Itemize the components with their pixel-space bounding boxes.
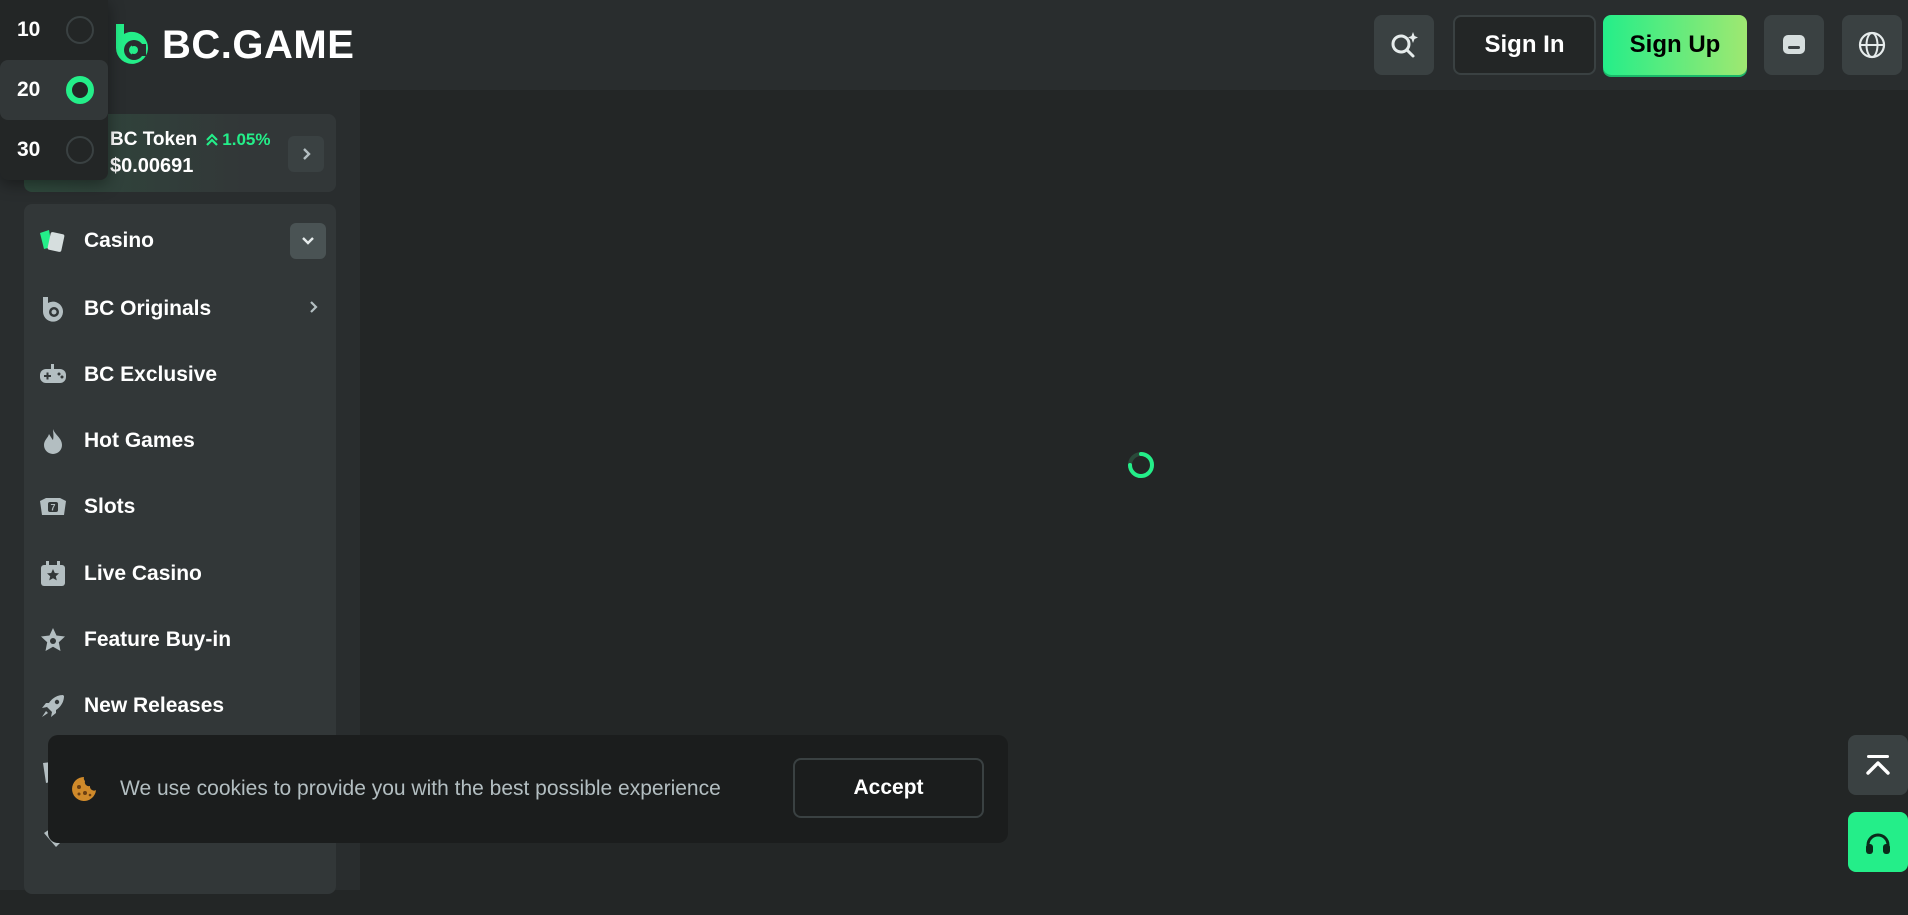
page-size-option-label: 20	[17, 78, 41, 101]
chevron-down-icon	[302, 237, 314, 245]
cookie-message: We use cookies to provide you with the b…	[120, 777, 721, 800]
loading-spinner-icon	[1128, 452, 1154, 478]
gamepad-icon	[38, 360, 68, 390]
chat-icon	[1783, 35, 1805, 54]
page-size-option-20[interactable]: 20	[0, 60, 108, 120]
sidebar-item-label: Slots	[84, 495, 136, 518]
star-badge-icon	[38, 625, 68, 655]
token-price: $0.00691	[110, 155, 194, 177]
token-name: BC Token	[110, 129, 198, 150]
sidebar-item-label: Hot Games	[84, 429, 195, 452]
page-size-option-label: 10	[17, 18, 41, 41]
bc-logo-icon	[116, 24, 148, 64]
slot-machine-icon: 7	[38, 492, 68, 522]
cards-icon	[38, 226, 68, 256]
search-sparkle-icon	[1391, 32, 1418, 58]
sidebar-item-bc-originals[interactable]: BC Originals	[24, 284, 336, 334]
sidebar-item-label: Casino	[84, 229, 155, 252]
scroll-to-top-button[interactable]	[1848, 735, 1908, 795]
sidebar-item-feature-buy-in[interactable]: Feature Buy-in	[24, 615, 336, 665]
sign-up-button[interactable]: Sign Up	[1603, 15, 1747, 75]
radio-button[interactable]	[66, 136, 94, 164]
token-details-button[interactable]	[288, 136, 324, 172]
page-size-option-10[interactable]: 10	[0, 0, 108, 60]
live-casino-icon	[38, 559, 68, 589]
token-change: 1.05%	[205, 130, 270, 150]
double-chevron-up-icon	[206, 133, 219, 146]
search-button[interactable]	[1374, 15, 1434, 75]
rocket-icon	[38, 691, 68, 721]
cookie-banner: We use cookies to provide you with the b…	[48, 735, 1008, 843]
headset-icon	[1866, 833, 1890, 854]
cookie-icon	[72, 777, 96, 801]
globe-icon	[1858, 31, 1886, 59]
page-size-dropdown: 10 20 30	[0, 0, 108, 180]
token-change-value: 1.05%	[222, 130, 271, 149]
chevron-right-icon	[303, 148, 311, 160]
chat-button[interactable]	[1764, 15, 1824, 75]
language-button[interactable]	[1842, 15, 1902, 75]
sidebar-item-hot-games[interactable]: Hot Games	[24, 416, 336, 466]
token-name-row: BC Token 1.05%	[110, 129, 270, 151]
sidebar-item-label: New Releases	[84, 694, 225, 717]
casino-expand-toggle[interactable]	[290, 223, 326, 259]
radio-button-selected[interactable]	[66, 76, 94, 104]
bc-logo-icon	[38, 294, 68, 324]
top-header: BC.GAME Sign In Sign Up	[0, 0, 1908, 90]
chevron-right-icon	[308, 300, 320, 319]
flame-icon	[38, 426, 68, 456]
page-size-option-30[interactable]: 30	[0, 120, 108, 180]
sidebar-item-new-releases[interactable]: New Releases	[24, 681, 336, 731]
sidebar-item-slots[interactable]: 7 Slots	[24, 482, 336, 532]
accept-cookies-button[interactable]: Accept	[793, 758, 984, 818]
sidebar-item-label: BC Exclusive	[84, 363, 218, 386]
page-size-option-label: 30	[17, 138, 41, 161]
sidebar-item-live-casino[interactable]: Live Casino	[24, 549, 336, 599]
sidebar-item-label: Feature Buy-in	[84, 628, 232, 651]
arrow-to-top-icon	[1866, 755, 1890, 775]
sidebar-item-casino[interactable]: Casino	[24, 216, 336, 266]
sign-in-button[interactable]: Sign In	[1453, 15, 1596, 75]
brand-name: BC.GAME	[162, 22, 355, 67]
svg-text:7: 7	[50, 503, 55, 513]
sidebar-item-label: BC Originals	[84, 297, 212, 320]
live-support-button[interactable]	[1848, 812, 1908, 872]
sidebar-item-label: Live Casino	[84, 562, 202, 585]
radio-button[interactable]	[66, 16, 94, 44]
sidebar-item-bc-exclusive[interactable]: BC Exclusive	[24, 350, 336, 400]
brand-logo[interactable]: BC.GAME	[112, 22, 354, 68]
